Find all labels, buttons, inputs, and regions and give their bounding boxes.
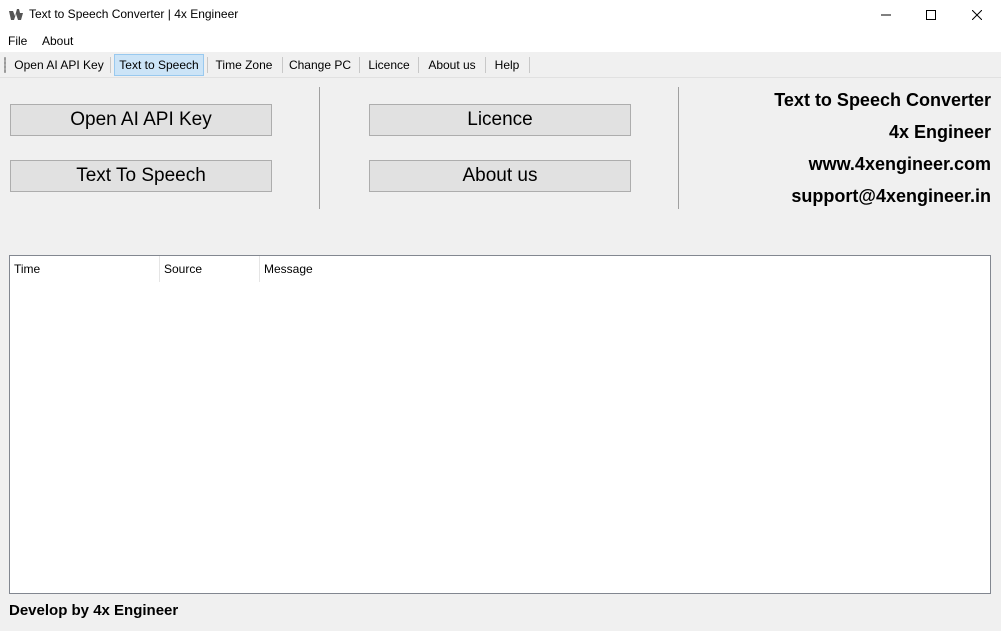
toolbar-separator <box>485 57 486 73</box>
toolbar-separator <box>529 57 530 73</box>
menu-about[interactable]: About <box>42 34 73 48</box>
toolbar-separator <box>418 57 419 73</box>
app-name-label: Text to Speech Converter <box>774 90 991 110</box>
column-header-message[interactable]: Message <box>260 256 460 282</box>
toolbar-time-zone[interactable]: Time Zone <box>210 54 278 76</box>
close-button[interactable] <box>954 0 1000 30</box>
company-label: 4x Engineer <box>888 122 991 142</box>
minimize-icon <box>881 14 891 16</box>
toolbar-about-us[interactable]: About us <box>421 54 483 76</box>
website-label: www.4xengineer.com <box>808 154 991 174</box>
vertical-divider <box>678 87 679 209</box>
menu-bar: File About <box>0 30 1001 52</box>
open-ai-api-key-button[interactable]: Open AI API Key <box>10 104 272 136</box>
minimize-button[interactable] <box>863 0 909 30</box>
toolbar-grip[interactable] <box>4 57 6 73</box>
toolbar-separator <box>282 57 283 73</box>
app-icon[interactable] <box>8 8 24 22</box>
toolbar-help[interactable]: Help <box>488 54 526 76</box>
toolbar-separator <box>359 57 360 73</box>
footer-credit: Develop by 4x Engineer <box>9 602 179 619</box>
toolbar-change-pc[interactable]: Change PC <box>285 54 355 76</box>
column-header-source[interactable]: Source <box>160 256 260 282</box>
toolbar: Open AI API Key Text to Speech Time Zone… <box>0 53 1001 78</box>
toolbar-licence[interactable]: Licence <box>362 54 416 76</box>
toolbar-text-to-speech[interactable]: Text to Speech <box>114 54 204 76</box>
log-list[interactable]: Time Source Message <box>9 255 991 594</box>
toolbar-separator <box>207 57 208 73</box>
maximize-icon <box>926 10 936 20</box>
text-to-speech-button[interactable]: Text To Speech <box>10 160 272 192</box>
about-us-button[interactable]: About us <box>369 160 631 192</box>
column-header-time[interactable]: Time <box>10 256 160 282</box>
window-title: Text to Speech Converter | 4x Engineer <box>29 7 239 21</box>
title-bar: Text to Speech Converter | 4x Engineer <box>0 0 1001 30</box>
close-icon <box>972 10 982 20</box>
menu-file[interactable]: File <box>8 34 27 48</box>
toolbar-separator <box>110 57 111 73</box>
vertical-divider <box>319 87 320 209</box>
toolbar-open-ai-api-key[interactable]: Open AI API Key <box>11 54 107 76</box>
email-label: support@4xengineer.in <box>791 186 991 206</box>
licence-button[interactable]: Licence <box>369 104 631 136</box>
maximize-button[interactable] <box>908 0 954 30</box>
